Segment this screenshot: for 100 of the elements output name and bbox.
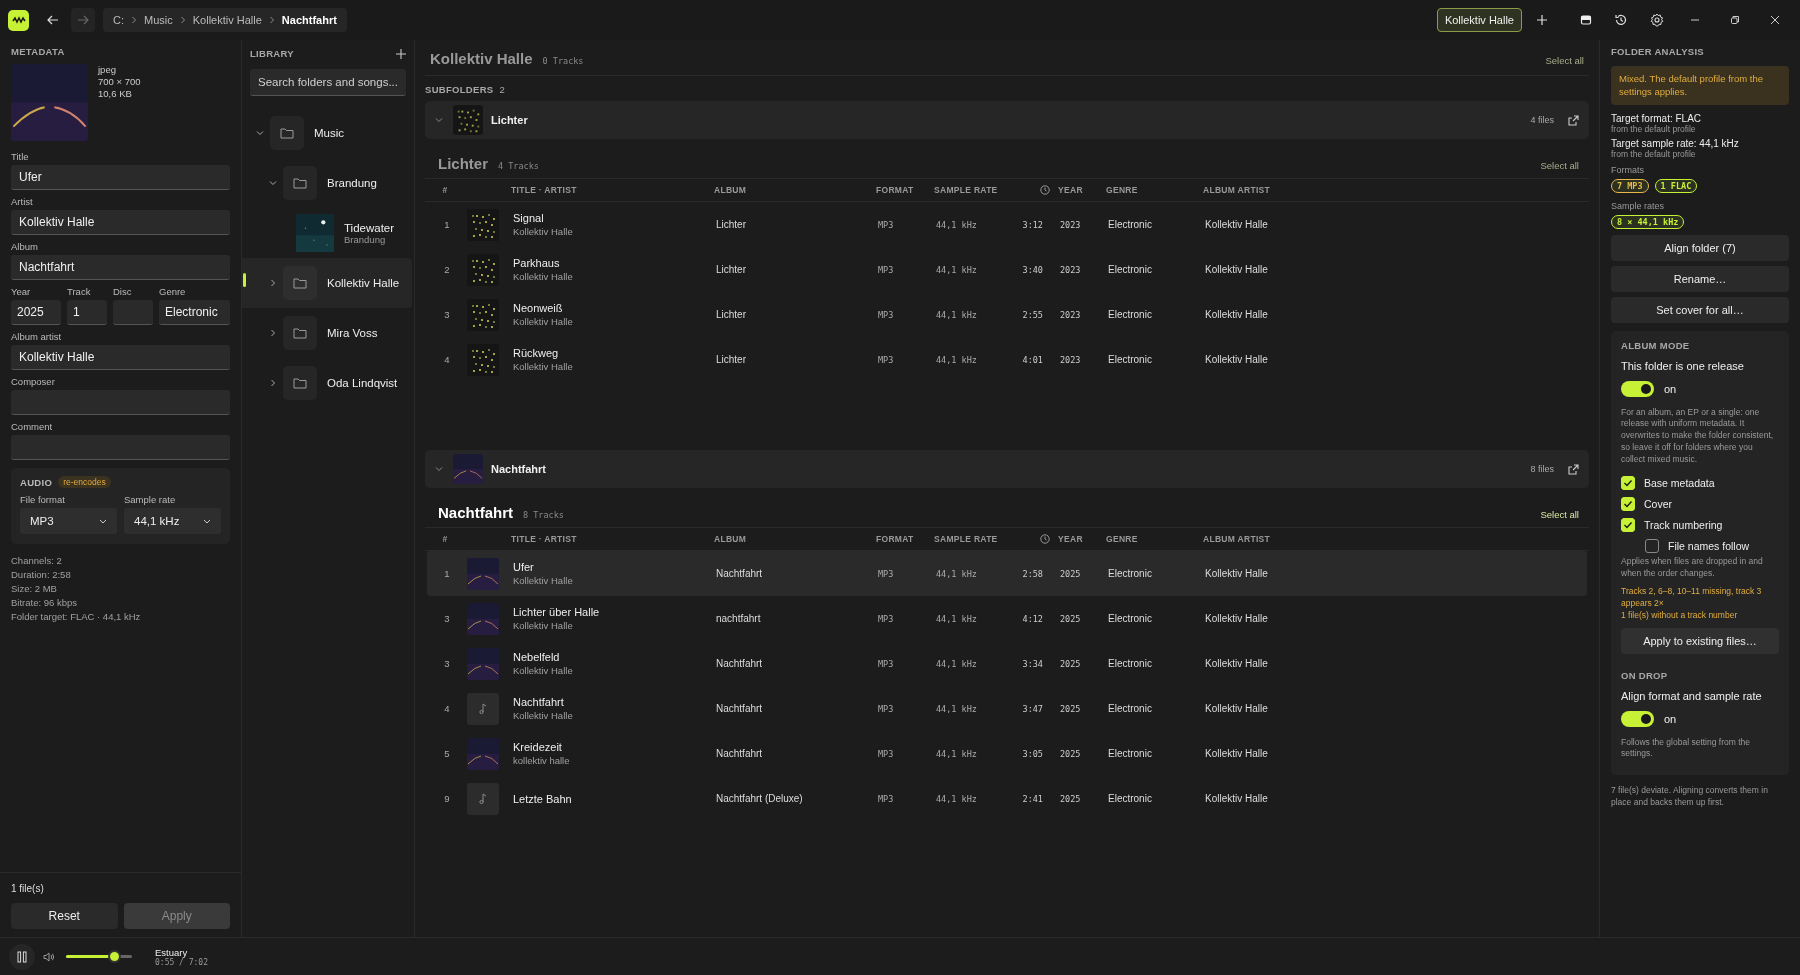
toggle-switch[interactable] [1621,380,1654,397]
column-header[interactable]: ALBUM [714,185,876,195]
tree-item[interactable]: Kollektiv Halle [242,258,412,308]
select-all-link[interactable]: Select all [1540,160,1579,171]
track-row[interactable]: 3 Lichter über Halle Kollektiv Halle nachtfahrt MP3 44,1 kHz 4:12 2025 Electronic Kollektiv Halle [427,596,1587,641]
select-all-link[interactable]: Select all [1545,55,1584,66]
column-header[interactable]: ALBUM ARTIST [1203,185,1589,195]
clock-icon[interactable] [1040,185,1050,195]
add-icon[interactable] [1536,14,1548,26]
action-button[interactable]: Rename… [1611,265,1789,292]
text-field[interactable]: Kollektiv Halle [11,345,230,370]
column-header[interactable]: # [425,185,465,195]
column-header[interactable]: TITLE · ARTIST [511,185,714,195]
column-header[interactable]: GENRE [1106,185,1203,195]
notice-text: Mixed. The default profile from the settings applies. [1611,66,1789,105]
track-row[interactable]: 9 Letzte Bahn Nachtfahrt (Deluxe) MP3 44,1 kHz 2:41 2025 Electronic Kollektiv Halle [427,776,1587,821]
settings-icon[interactable] [1650,13,1664,27]
text-field[interactable]: Kollektiv Halle [11,210,230,235]
sample-rate-cell-text: 44,1 kHz [936,264,978,275]
add-icon[interactable] [396,48,406,59]
subfolder-count: 2 [499,84,505,95]
track-number: 5 [443,748,451,759]
breadcrumb-item[interactable]: Nachtfahrt [281,14,337,26]
breadcrumb-item[interactable]: Kollektiv Halle [192,14,262,26]
track-row[interactable]: 4 Nachtfahrt Kollektiv Halle Nachtfahrt MP3 44,1 kHz 3:47 2025 Electronic Kollektiv Halle [427,686,1587,731]
column-header[interactable]: FORMAT [876,185,934,195]
action-button[interactable]: Set cover for all… [1611,296,1789,323]
tree-label: Oda Lindqvist [327,377,398,389]
track-number: 1 [443,219,451,230]
tree-item[interactable]: Brandung [242,158,414,208]
folder-icon [293,327,307,339]
subfolder-header[interactable]: Nachtfahrt 8 files [425,450,1589,488]
track-title: Ufer [513,561,535,573]
breadcrumb-item[interactable]: C: [113,14,124,26]
sample-rate-cell-text: 44,1 kHz [936,309,978,320]
track-row[interactable]: 2 Parkhaus Kollektiv Halle Lichter MP3 44,1 kHz 3:40 2023 Electronic Kollektiv Halle [427,247,1587,292]
column-header[interactable]: ALBUM [714,534,876,544]
info-text: Duration: 2:58 [11,569,72,580]
track-artist: Kollektiv Halle [513,316,574,327]
text-field[interactable]: Electronic [159,300,230,325]
field-label: Sample rate [124,494,177,505]
track-row[interactable]: 5 Kreidezeit kollektiv halle Nachtfahrt MP3 44,1 kHz 3:05 2025 Electronic Kollektiv Halle [427,731,1587,776]
text-field[interactable]: Ufer [11,165,230,190]
search-field[interactable]: Search folders and songs... [250,69,406,96]
action-button[interactable]: Reset [11,903,118,929]
track-row[interactable]: 4 Rückweg Kollektiv Halle Lichter MP3 44,1 kHz 4:01 2023 Electronic Kollektiv Halle [427,337,1587,382]
column-header[interactable]: SAMPLE RATE [934,185,1018,195]
track-row[interactable]: 1 Signal Kollektiv Halle Lichter MP3 44,1 kHz 3:12 2023 Electronic Kollektiv Halle [427,202,1587,247]
tree-label: Tidewater [344,221,395,234]
apply-button[interactable]: Apply to existing files… [1621,627,1779,654]
column-header[interactable]: ALBUM ARTIST [1203,534,1589,544]
breadcrumb-item[interactable]: Music [144,14,173,26]
panel-icon[interactable] [1580,14,1592,26]
column-header[interactable]: TITLE · ARTIST [511,534,714,544]
setting-title: Align format and sample rate [1621,689,1763,702]
text-field[interactable]: 2025 [11,300,61,325]
dropdown[interactable]: 44,1 kHz [124,508,221,534]
action-button[interactable]: Align folder (7) [1611,234,1789,261]
track-artist: Kollektiv Halle [513,620,574,631]
text-field[interactable] [11,435,230,460]
pause-button[interactable] [9,943,35,970]
track-artist: Kollektiv Halle [513,361,574,372]
restore-icon[interactable] [1730,15,1740,25]
history-icon[interactable] [1614,13,1628,27]
track-row[interactable]: 3 Neonweiß Kollektiv Halle Lichter MP3 44,1 kHz 2:55 2023 Electronic Kollektiv Halle [427,292,1587,337]
text-field[interactable] [11,390,230,415]
tree-item[interactable]: Oda Lindqvist [242,358,414,408]
external-link-icon[interactable] [1568,463,1579,475]
checkbox[interactable] [1645,538,1659,553]
clock-icon[interactable] [1040,534,1050,544]
text-field[interactable]: Nachtfahrt [11,255,230,280]
text-field[interactable] [113,300,153,325]
subfolder-header[interactable]: Lichter 4 files [425,101,1589,139]
tree-item[interactable]: Mira Voss [242,308,414,358]
album-cell-text: Lichter [716,219,747,230]
text-field[interactable]: 1 [67,300,107,325]
track-row[interactable]: 1 Ufer Kollektiv Halle Nachtfahrt MP3 44,1 kHz 2:58 2025 Electronic Kollektiv Halle [427,551,1587,596]
column-header[interactable]: # [425,534,465,544]
select-all-link[interactable]: Select all [1540,509,1579,520]
checkbox-label: Base metadata [1644,476,1715,489]
toggle-switch[interactable] [1621,710,1654,727]
tree-item[interactable]: Music [242,108,414,158]
column-header[interactable]: YEAR [1058,534,1106,544]
track-row[interactable]: 3 Nebelfeld Kollektiv Halle Nachtfahrt MP3 44,1 kHz 3:34 2025 Electronic Kollektiv Halle [427,641,1587,686]
column-header[interactable]: YEAR [1058,185,1106,195]
album-artist-cell-text: Kollektiv Halle [1205,748,1269,759]
duration-cell-text: 3:05 [1021,748,1044,759]
sample-rate-cell-text: 44,1 kHz [936,703,978,714]
volume-icon[interactable] [43,951,55,962]
duration-cell-text: 2:58 [1021,568,1044,579]
folder-chip[interactable]: Kollektiv Halle [1436,8,1522,32]
column-header[interactable]: GENRE [1106,534,1203,544]
genre-cell-text: Electronic [1108,703,1153,714]
close-icon[interactable] [1770,15,1780,25]
tree-item[interactable]: Tidewater Brandung [242,208,414,258]
column-header[interactable]: SAMPLE RATE [934,534,1018,544]
column-header[interactable]: FORMAT [876,534,934,544]
dropdown[interactable]: MP3 [20,508,117,534]
external-link-icon[interactable] [1568,114,1579,126]
section-heading: ON DROP [1621,669,1669,681]
